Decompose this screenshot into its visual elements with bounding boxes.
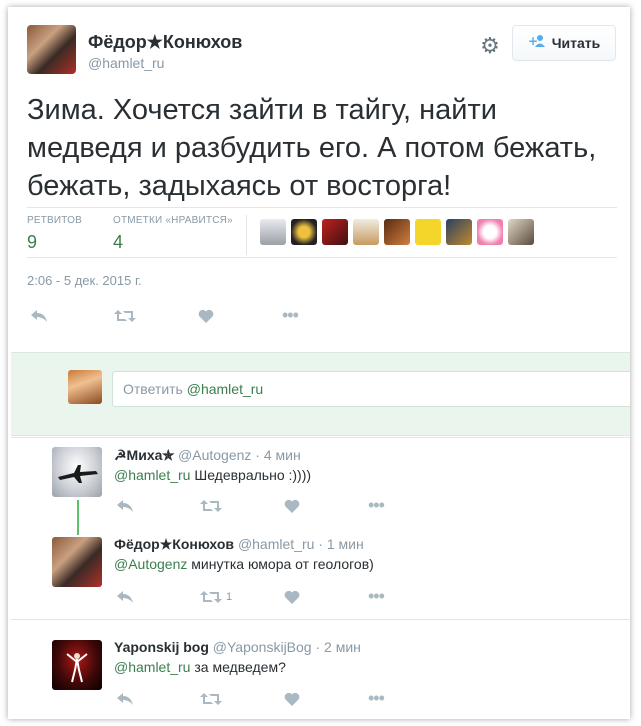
liker-avatar[interactable] [322,219,348,245]
reply-icon[interactable] [116,499,200,513]
like-icon[interactable] [284,590,368,604]
reply-icon[interactable] [116,692,200,706]
reply-mention[interactable]: @hamlet_ru [114,659,190,675]
stats-divider-top [27,207,617,208]
reply-mention[interactable]: @hamlet_ru [114,467,190,483]
more-icon[interactable]: ••• [368,586,385,607]
like-icon[interactable] [284,692,368,706]
reply-header: ☭Миха✯ @Autogenz · 4 мин [114,447,301,464]
reply-author-name[interactable]: ☭Миха✯ [114,447,174,463]
liker-avatar[interactable] [477,219,503,245]
likes-value: 4 [113,232,124,252]
liker-avatar[interactable] [291,219,317,245]
reply-author-handle[interactable]: @Autogenz [178,447,251,463]
more-icon[interactable]: ••• [282,305,299,326]
reply-actions: 1 ••• [116,586,385,607]
tweet-actions: ••• [30,305,299,326]
retweet-count: 1 [226,590,233,603]
follow-button[interactable]: + Читать [512,25,616,61]
reply-separator [11,437,630,438]
reply-input[interactable]: Ответить @hamlet_ru [112,371,630,407]
thread-line [77,500,79,535]
reply-body: Шедеврально :)))) [190,467,312,483]
liker-avatar[interactable] [446,219,472,245]
like-icon[interactable] [198,309,282,323]
liker-avatar[interactable] [384,219,410,245]
liker-avatar[interactable] [508,219,534,245]
reply-body: за медведем? [190,659,286,675]
liker-avatar[interactable] [260,219,286,245]
reply-time[interactable]: · 2 мин [315,639,360,655]
reply-time[interactable]: · 1 мин [318,536,363,552]
retweets-stat[interactable]: РЕТВИТОВ 9 [27,215,82,253]
liker-avatar[interactable] [353,219,379,245]
stats-divider-bottom [27,257,617,258]
tweet-card: Фёдор★Конюхов @hamlet_ru ⚙ + Читать Зима… [8,7,630,719]
tweet-text: Зима. Хочется зайти в тайгу, найти медве… [27,94,597,202]
reply-icon[interactable] [116,590,200,604]
reply-icon[interactable] [30,309,114,323]
retweets-value: 9 [27,232,38,252]
likers-avatars [260,219,534,245]
reply-avatar[interactable] [52,537,102,587]
reply-text: @Autogenz минутка юмора от геологов) [114,556,374,572]
reply-header: Yaponskij bog @YaponskijBog · 2 мин [114,639,361,655]
reply-author-handle[interactable]: @YaponskijBog [213,639,312,655]
gear-icon[interactable]: ⚙ [477,33,503,59]
reply-time[interactable]: · 4 мин [255,447,300,463]
more-icon[interactable]: ••• [368,495,385,516]
likes-label: ОТМЕТКИ «НРАВИТСЯ» [113,215,233,226]
follow-icon: + [528,34,546,52]
reply-text: @hamlet_ru Шедеврально :)))) [114,467,311,483]
like-icon[interactable] [284,499,368,513]
reply-author-name[interactable]: Фёдор★Конюхов [114,536,234,552]
reply-actions: ••• [116,495,385,516]
reply-body: минутка юмора от геологов) [187,556,374,572]
stats-vertical-divider [246,215,247,255]
author-name[interactable]: Фёдор★Конюхов [88,32,242,53]
current-user-avatar [68,370,102,404]
reply-mention[interactable]: @Autogenz [114,556,187,572]
retweet-icon[interactable] [200,499,284,513]
reply-text: @hamlet_ru за медведем? [114,659,286,675]
reply-separator [11,619,630,620]
reply-author-handle[interactable]: @hamlet_ru [238,536,314,552]
reply-author-name[interactable]: Yaponskij bog [114,639,209,655]
author-handle[interactable]: @hamlet_ru [88,55,164,71]
reply-header: Фёдор★Конюхов @hamlet_ru · 1 мин [114,536,364,553]
liker-avatar[interactable] [415,219,441,245]
tweet-timestamp[interactable]: 2:06 - 5 дек. 2015 г. [27,273,142,288]
retweet-icon[interactable] [114,309,198,323]
reply-prefix: Ответить [123,381,187,397]
reply-avatar[interactable] [52,640,102,690]
retweet-icon[interactable]: 1 [200,590,284,604]
reply-avatar[interactable] [52,447,102,497]
follow-label: Читать [551,35,601,51]
more-icon[interactable]: ••• [368,688,385,709]
author-avatar[interactable] [27,25,76,74]
reply-mention: @hamlet_ru [186,381,264,397]
retweet-icon[interactable] [200,692,284,706]
reply-actions: ••• [116,688,385,709]
retweets-label: РЕТВИТОВ [27,215,83,226]
likes-stat[interactable]: ОТМЕТКИ «НРАВИТСЯ» 4 [113,215,233,253]
